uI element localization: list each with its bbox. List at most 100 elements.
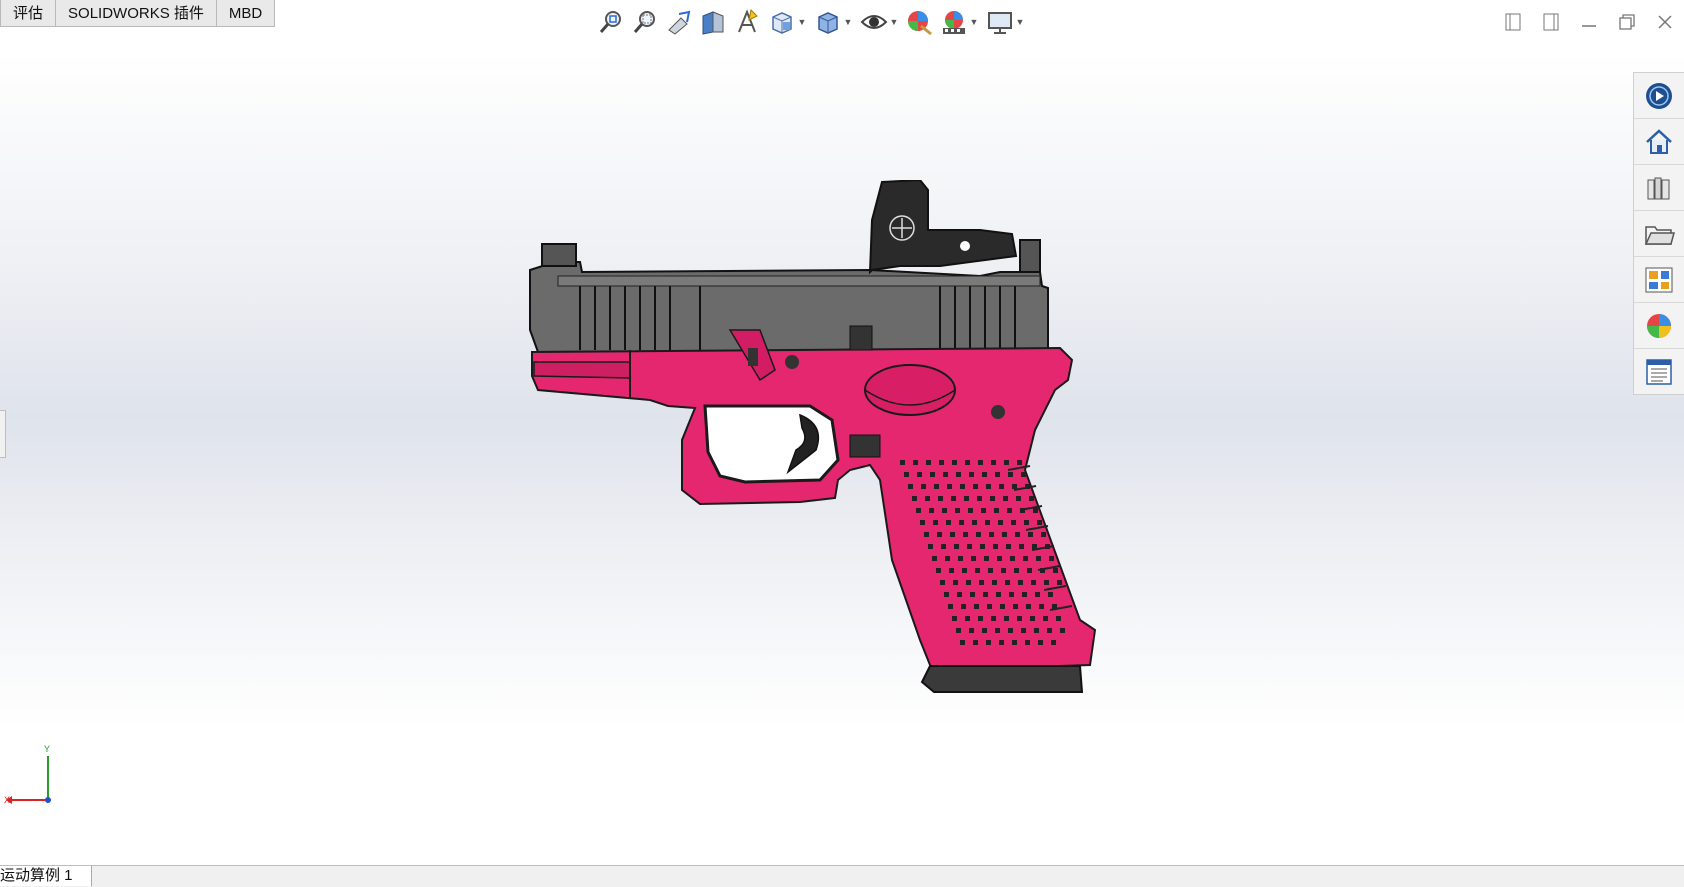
stipple-dot [954,544,959,549]
dynamic-annotation-views-button[interactable] [730,6,764,38]
stipple-dot [1008,628,1013,633]
stipple-dot [1057,580,1062,585]
stipple-dot [1012,484,1017,489]
solidworks-resources-icon [1646,82,1672,109]
stipple-dot [986,484,991,489]
feature-manager-collapse-handle[interactable] [0,410,6,458]
command-manager-tabs: 评估 SOLIDWORKS 插件 MBD [0,0,276,28]
section-view-button[interactable] [696,6,730,38]
stipple-dot [916,508,921,513]
stipple-dot [1039,604,1044,609]
hide-show-items-button[interactable]: ▼ [856,6,902,38]
tile-right-button[interactable] [1532,8,1570,36]
stipple-dot [1019,544,1024,549]
stipple-dot [1035,592,1040,597]
magazine-release [849,434,881,458]
task-pane-tab-custom-properties[interactable] [1634,349,1684,394]
stipple-dot [1060,628,1065,633]
task-pane-tab-appearances-scenes[interactable] [1634,303,1684,349]
previous-view-button[interactable] [662,6,696,38]
stipple-dot [984,556,989,561]
stipple-dot [957,592,962,597]
design-library-icon [1647,177,1670,199]
tile-left-icon [1505,13,1521,31]
stipple-dot [917,472,922,477]
stipple-dot [945,556,950,561]
task-pane-tab-home[interactable] [1634,119,1684,165]
stipple-dot [1016,496,1021,501]
stipple-dot [977,496,982,501]
stipple-dot [934,484,939,489]
heads-up-view-toolbar: ▼ ▼ ▼ ▼ ▼ [594,6,1028,38]
stipple-dot [958,556,963,561]
edit-appearance-button[interactable] [902,6,936,38]
stipple-dot [959,520,964,525]
hide-show-items-icon [860,15,887,29]
stipple-dot [1043,616,1048,621]
view-settings-button[interactable]: ▼ [982,6,1028,38]
stipple-dot [994,508,999,513]
task-pane-tab-design-library[interactable] [1634,165,1684,211]
stipple-dot [1023,556,1028,561]
stipple-dot [972,520,977,525]
stipple-dot [1034,628,1039,633]
stipple-dot [929,508,934,513]
stipple-dot [971,556,976,561]
tab-solidworks-addins[interactable]: SOLIDWORKS 插件 [56,0,217,27]
zoom-to-area-button[interactable] [628,6,662,38]
zoom-to-fit-button[interactable] [594,6,628,38]
stipple-dot [1037,520,1042,525]
apply-scene-button[interactable]: ▼ [936,6,982,38]
task-pane-tab-file-explorer[interactable] [1634,211,1684,257]
stipple-dot [1021,472,1026,477]
display-style-button[interactable]: ▼ [810,6,856,38]
task-pane-tab-view-palette[interactable] [1634,257,1684,303]
stipple-dot [913,460,918,465]
stipple-dot [1030,616,1035,621]
bottom-tab-bar: 运动算例 1 [0,865,1684,887]
view-orientation-button[interactable]: ▼ [764,6,810,38]
stipple-dot [966,580,971,585]
task-pane-tab-solidworks-resources[interactable] [1634,73,1684,119]
tab-motion-study-1[interactable]: 运动算例 1 [0,866,92,886]
stipple-dot [1036,556,1041,561]
stipple-dot [942,508,947,513]
stipple-dot [960,484,965,489]
stipple-dot [904,472,909,477]
stipple-dot [1033,508,1038,513]
stipple-dot [956,628,961,633]
section-view-icon [702,11,724,35]
stipple-dot [1007,508,1012,513]
stipple-dot [967,544,972,549]
stipple-dot [944,592,949,597]
stipple-dot [938,496,943,501]
stipple-dot [1000,604,1005,609]
stipple-dot [924,532,929,537]
tab-evaluate[interactable]: 评估 [0,0,57,27]
stipple-dot [981,508,986,513]
tile-left-button[interactable] [1494,8,1532,36]
edit-appearance-icon [908,11,932,36]
stipple-dot [962,568,967,573]
stipple-dot [1002,532,1007,537]
front-sight [1019,239,1041,273]
tab-mbd[interactable]: MBD [216,0,276,27]
stipple-dot [1031,580,1036,585]
stipple-dot [996,592,1001,597]
stipple-dot [1004,616,1009,621]
restore-button[interactable] [1608,8,1646,36]
stipple-dot [937,532,942,537]
rear-sight [541,243,577,267]
stipple-dot [946,520,951,525]
close-button[interactable] [1646,8,1684,36]
stipple-dot [1009,592,1014,597]
stipple-dot [920,520,925,525]
model-viewport-pistol[interactable] [520,180,1210,750]
minimize-button[interactable] [1570,8,1608,36]
stipple-dot [1028,532,1033,537]
stipple-dot [1013,604,1018,609]
stipple-dot [969,628,974,633]
stipple-dot [965,460,970,465]
stipple-dot [991,460,996,465]
zoom-to-area-icon [633,11,655,33]
